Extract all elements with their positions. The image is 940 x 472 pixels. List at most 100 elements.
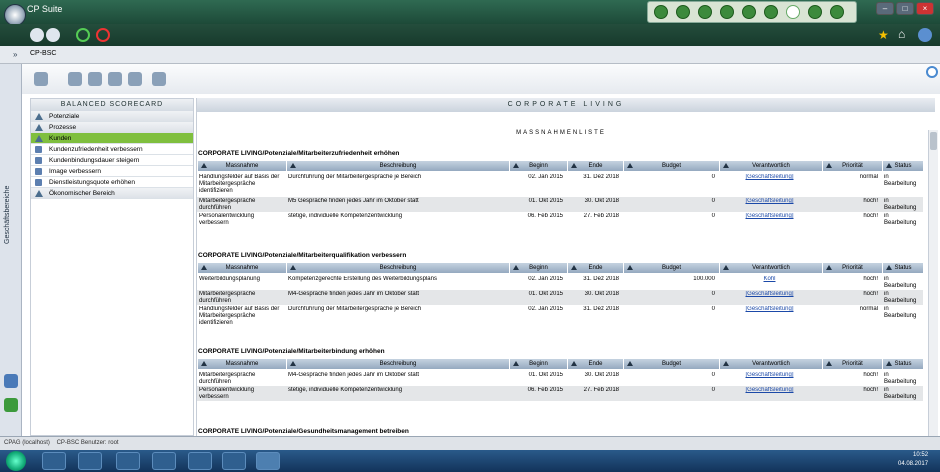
cell-v[interactable]: [Geschäftsleitung]	[721, 291, 818, 298]
task-app-5[interactable]	[222, 452, 246, 470]
bsc-item-7[interactable]: Ökonomischer Bereich	[31, 188, 193, 199]
table-row[interactable]: Weiterbildungsplanung Kompetenzgerechte E…	[197, 275, 923, 290]
refresh-icon[interactable]	[764, 5, 778, 19]
maximize-button[interactable]: □	[896, 2, 914, 15]
start-button[interactable]	[6, 451, 26, 471]
table-row[interactable]: Personalentwicklung verbessern stetige, i…	[197, 386, 923, 401]
table-row[interactable]: Personalentwicklung verbessern stetige, i…	[197, 212, 923, 227]
column-header-end[interactable]: Ende	[567, 161, 623, 171]
column-header-p[interactable]: Priorität	[822, 161, 882, 171]
back-icon[interactable]	[30, 28, 44, 42]
puzzle-icon[interactable]	[786, 5, 800, 19]
column-header-b[interactable]: Beschreibung	[286, 161, 509, 171]
reload-icon[interactable]	[76, 28, 90, 42]
task-app-1[interactable]	[78, 452, 102, 470]
bsc-item-2[interactable]: Kunden	[31, 133, 193, 144]
column-header-b[interactable]: Beschreibung	[286, 263, 509, 273]
module-icon[interactable]	[4, 398, 18, 412]
bsc-item-5[interactable]: Image verbessern	[31, 166, 193, 177]
column-header-bud[interactable]: Budget	[623, 263, 719, 273]
column-header-s[interactable]: Status	[882, 359, 923, 369]
module-icon-3[interactable]	[698, 5, 712, 19]
person-icon[interactable]	[88, 72, 102, 86]
table-row[interactable]: Handlungsfelder auf Basis der Mitarbeite…	[197, 173, 923, 197]
bsc-item-3[interactable]: Kundenzufriedenheit verbessern	[31, 144, 193, 155]
scroll-thumb[interactable]	[930, 132, 937, 150]
task-app-active[interactable]	[256, 452, 280, 470]
cell-v[interactable]: [Geschäftsleitung]	[721, 372, 818, 379]
table-row[interactable]: Mitarbeitergespräche durchführen M5 Gespr…	[197, 197, 923, 212]
module-icon-4[interactable]	[720, 5, 734, 19]
column-header-beg[interactable]: Beginn	[509, 359, 567, 369]
column-header-v[interactable]: Verantwortlich	[719, 263, 822, 273]
column-header-beg[interactable]: Beginn	[509, 263, 567, 273]
app-logo-icon[interactable]	[4, 4, 26, 26]
table-row[interactable]: Mitarbeitergespräche durchführen M4-Gespr…	[197, 290, 923, 305]
module-icon-2[interactable]	[676, 5, 690, 19]
cell-v[interactable]: [Geschäftsleitung]	[721, 387, 818, 394]
page-toolbar	[22, 64, 940, 94]
column-header-v[interactable]: Verantwortlich	[719, 161, 822, 171]
help-icon[interactable]	[918, 28, 932, 42]
column-header-beg[interactable]: Beginn	[509, 161, 567, 171]
scrollbar[interactable]	[928, 130, 938, 436]
cell-b: Durchführung der Mitarbeitergespräche je…	[288, 306, 422, 312]
info-icon[interactable]	[926, 66, 938, 78]
module-icon-8[interactable]	[808, 5, 822, 19]
ie-icon[interactable]	[42, 452, 66, 470]
task-app-4[interactable]	[188, 452, 212, 470]
cell-v[interactable]: [Geschäftsleitung]	[721, 306, 818, 313]
column-header-b[interactable]: Beschreibung	[286, 359, 509, 369]
bsc-item-4[interactable]: Kundenbindungsdauer steigern	[31, 155, 193, 166]
cell-v[interactable]: [Geschäftsleitung]	[721, 174, 818, 181]
cell-bud: 100.000	[693, 276, 715, 282]
cell-v[interactable]: [Geschäftsleitung]	[721, 198, 818, 205]
column-header-end[interactable]: Ende	[567, 263, 623, 273]
bsc-item-label: Image verbessern	[49, 168, 102, 175]
cell-v[interactable]: Kohl	[721, 276, 818, 283]
column-header-end[interactable]: Ende	[567, 359, 623, 369]
sort-arrow-icon	[201, 163, 207, 168]
module-icon-1[interactable]	[654, 5, 668, 19]
bsc-item-1[interactable]: Prozesse	[31, 122, 193, 133]
column-header-s[interactable]: Status	[882, 161, 923, 171]
column-header-label: Status	[894, 163, 912, 169]
cell-v[interactable]: [Geschäftsleitung]	[721, 213, 818, 220]
close-button[interactable]: ×	[916, 2, 934, 15]
settings-icon[interactable]	[4, 374, 18, 388]
module-icon-9[interactable]	[830, 5, 844, 19]
column-header-m[interactable]: Massnahme	[197, 161, 286, 171]
table-row[interactable]: Handlungsfelder auf Basis der Mitarbeite…	[197, 305, 923, 329]
favorite-star-icon[interactable]: ★	[878, 28, 889, 42]
module-icon-5[interactable]	[742, 5, 756, 19]
bsc-item-0[interactable]: Potenziale	[31, 111, 193, 122]
home-icon[interactable]: ⌂	[898, 27, 905, 41]
column-header-bud[interactable]: Budget	[623, 161, 719, 171]
user-group-icon[interactable]	[128, 72, 142, 86]
column-header-p[interactable]: Priorität	[822, 359, 882, 369]
tab-cp-bsc[interactable]: CP-BSC	[30, 50, 56, 57]
cell-end: 31. Dez 2018	[583, 276, 619, 282]
expand-icon[interactable]: »	[13, 50, 17, 59]
sort-arrow-icon	[513, 361, 519, 366]
print-icon[interactable]	[152, 72, 166, 86]
column-header-label: Verantwortlich	[752, 361, 790, 367]
taskbar: 10:52 04.08.2017	[0, 450, 940, 472]
power-icon[interactable]	[96, 28, 110, 42]
table-row[interactable]: Mitarbeitergespräche durchführen M4-Gespr…	[197, 371, 923, 386]
column-header-s[interactable]: Status	[882, 263, 923, 273]
move-icon[interactable]	[108, 72, 122, 86]
bsc-item-6[interactable]: Dienstleistungsquote erhöhen	[31, 177, 193, 188]
column-header-v[interactable]: Verantwortlich	[719, 359, 822, 369]
column-header-m[interactable]: Massnahme	[197, 359, 286, 369]
task-app-2[interactable]	[116, 452, 140, 470]
forward-icon[interactable]	[46, 28, 60, 42]
sidebar-label[interactable]: Geschäftsbereiche	[4, 186, 11, 244]
column-header-m[interactable]: Massnahme	[197, 263, 286, 273]
view-icon[interactable]	[68, 72, 82, 86]
grid-icon[interactable]	[34, 72, 48, 86]
minimize-button[interactable]: –	[876, 2, 894, 15]
task-app-3[interactable]	[152, 452, 176, 470]
column-header-bud[interactable]: Budget	[623, 359, 719, 369]
column-header-p[interactable]: Priorität	[822, 263, 882, 273]
